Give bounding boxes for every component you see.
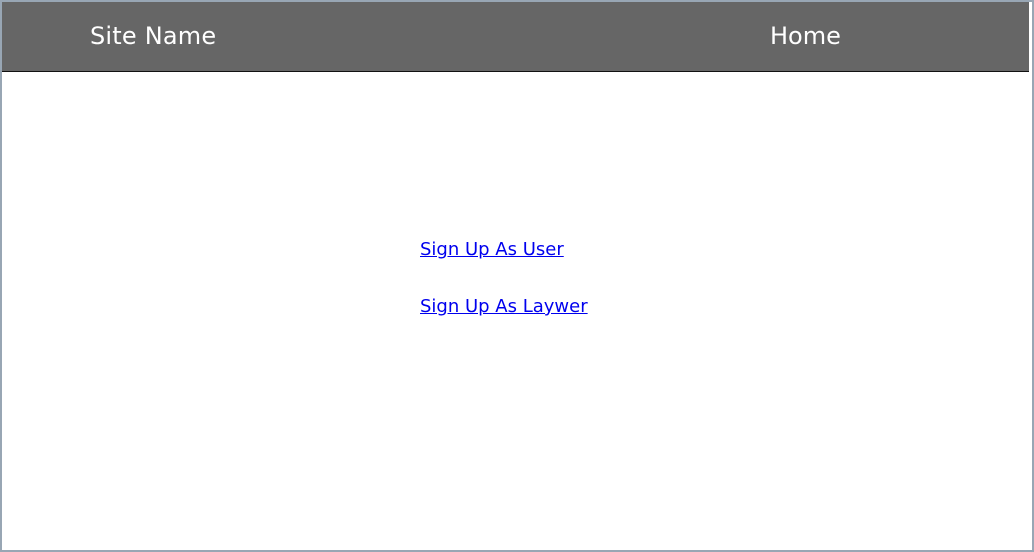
sign-up-user-link[interactable]: Sign Up As User <box>420 239 564 261</box>
main-content: Sign Up As User Sign Up As Laywer <box>2 72 1029 548</box>
site-name: Site Name <box>90 22 217 50</box>
site-header: Site Name Home <box>2 2 1029 72</box>
sign-up-lawyer-link[interactable]: Sign Up As Laywer <box>420 296 588 318</box>
home-link[interactable]: Home <box>770 20 841 52</box>
